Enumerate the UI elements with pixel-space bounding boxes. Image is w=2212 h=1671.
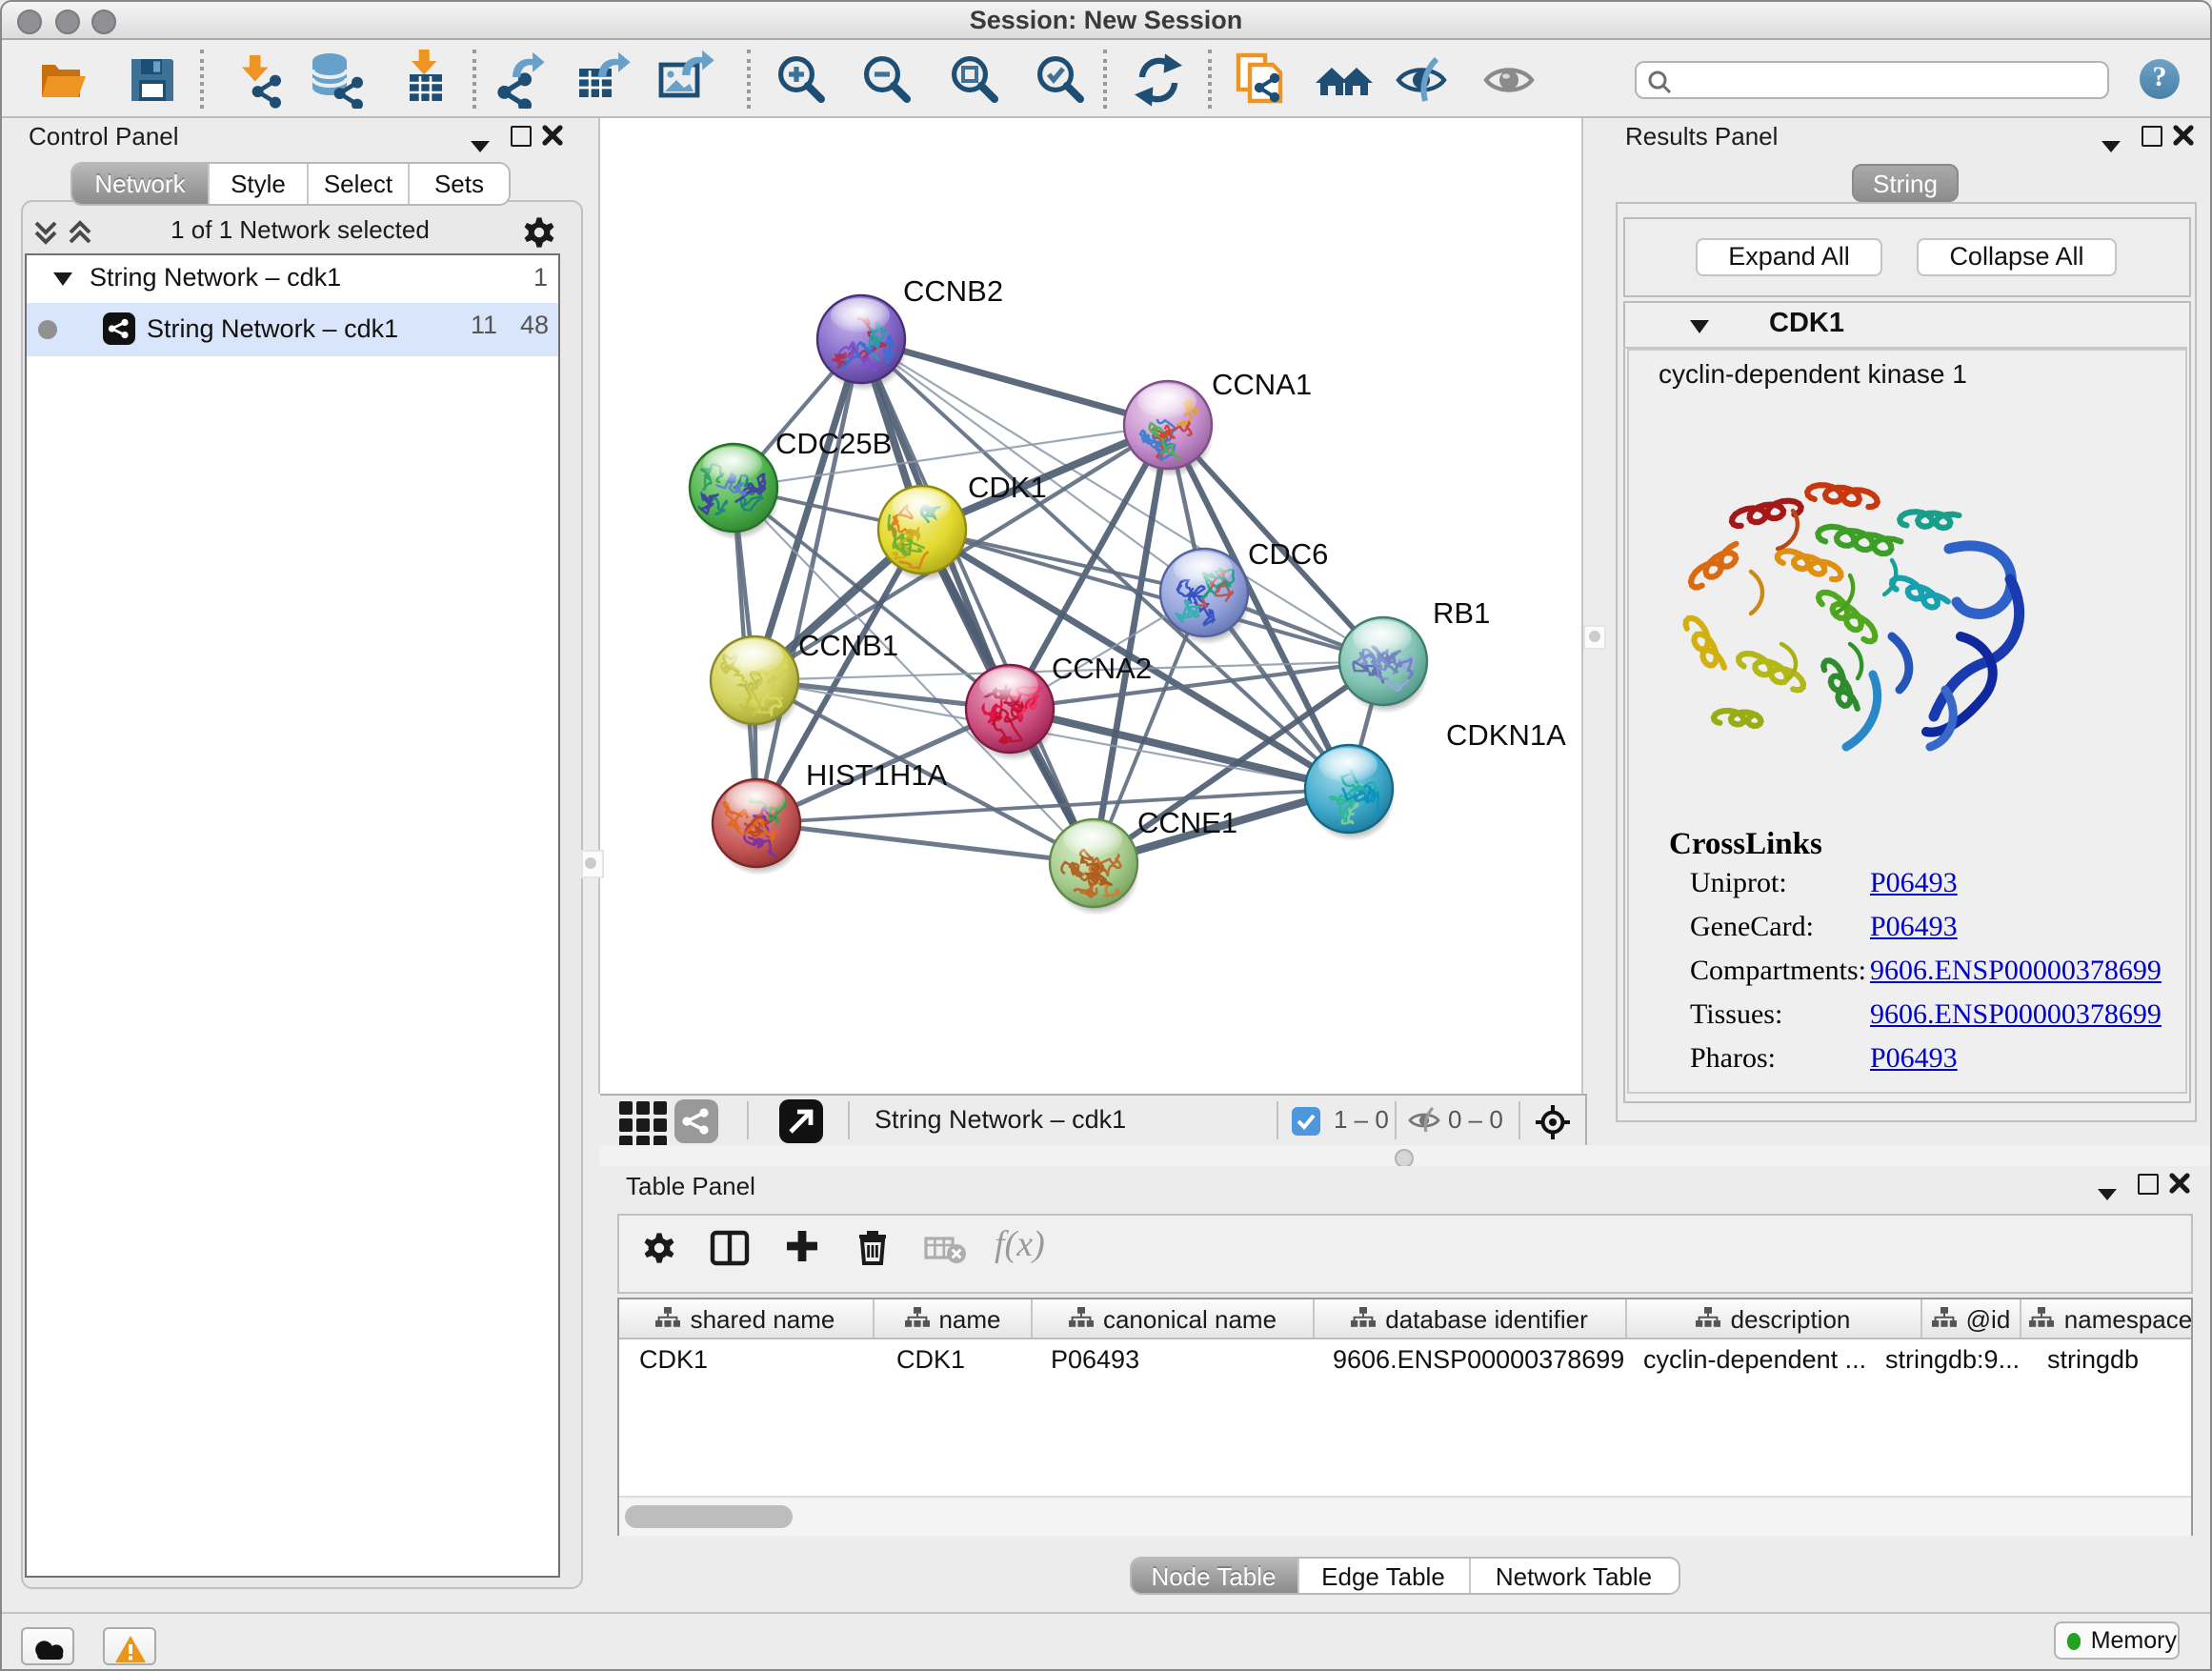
svg-text:CDKN1A: CDKN1A xyxy=(1446,718,1566,752)
svg-text:CCNA1: CCNA1 xyxy=(1212,368,1312,401)
svg-text:CCNA2: CCNA2 xyxy=(1052,652,1152,685)
svg-text:CCNB1: CCNB1 xyxy=(798,629,898,662)
svg-text:CCNB2: CCNB2 xyxy=(903,274,1003,308)
svg-text:CDK1: CDK1 xyxy=(968,471,1047,504)
svg-text:CCNE1: CCNE1 xyxy=(1137,806,1237,839)
svg-text:RB1: RB1 xyxy=(1433,596,1490,630)
svg-text:CDC25B: CDC25B xyxy=(775,427,892,460)
svg-text:CDC6: CDC6 xyxy=(1248,537,1328,571)
svg-text:HIST1H1A: HIST1H1A xyxy=(806,758,947,792)
